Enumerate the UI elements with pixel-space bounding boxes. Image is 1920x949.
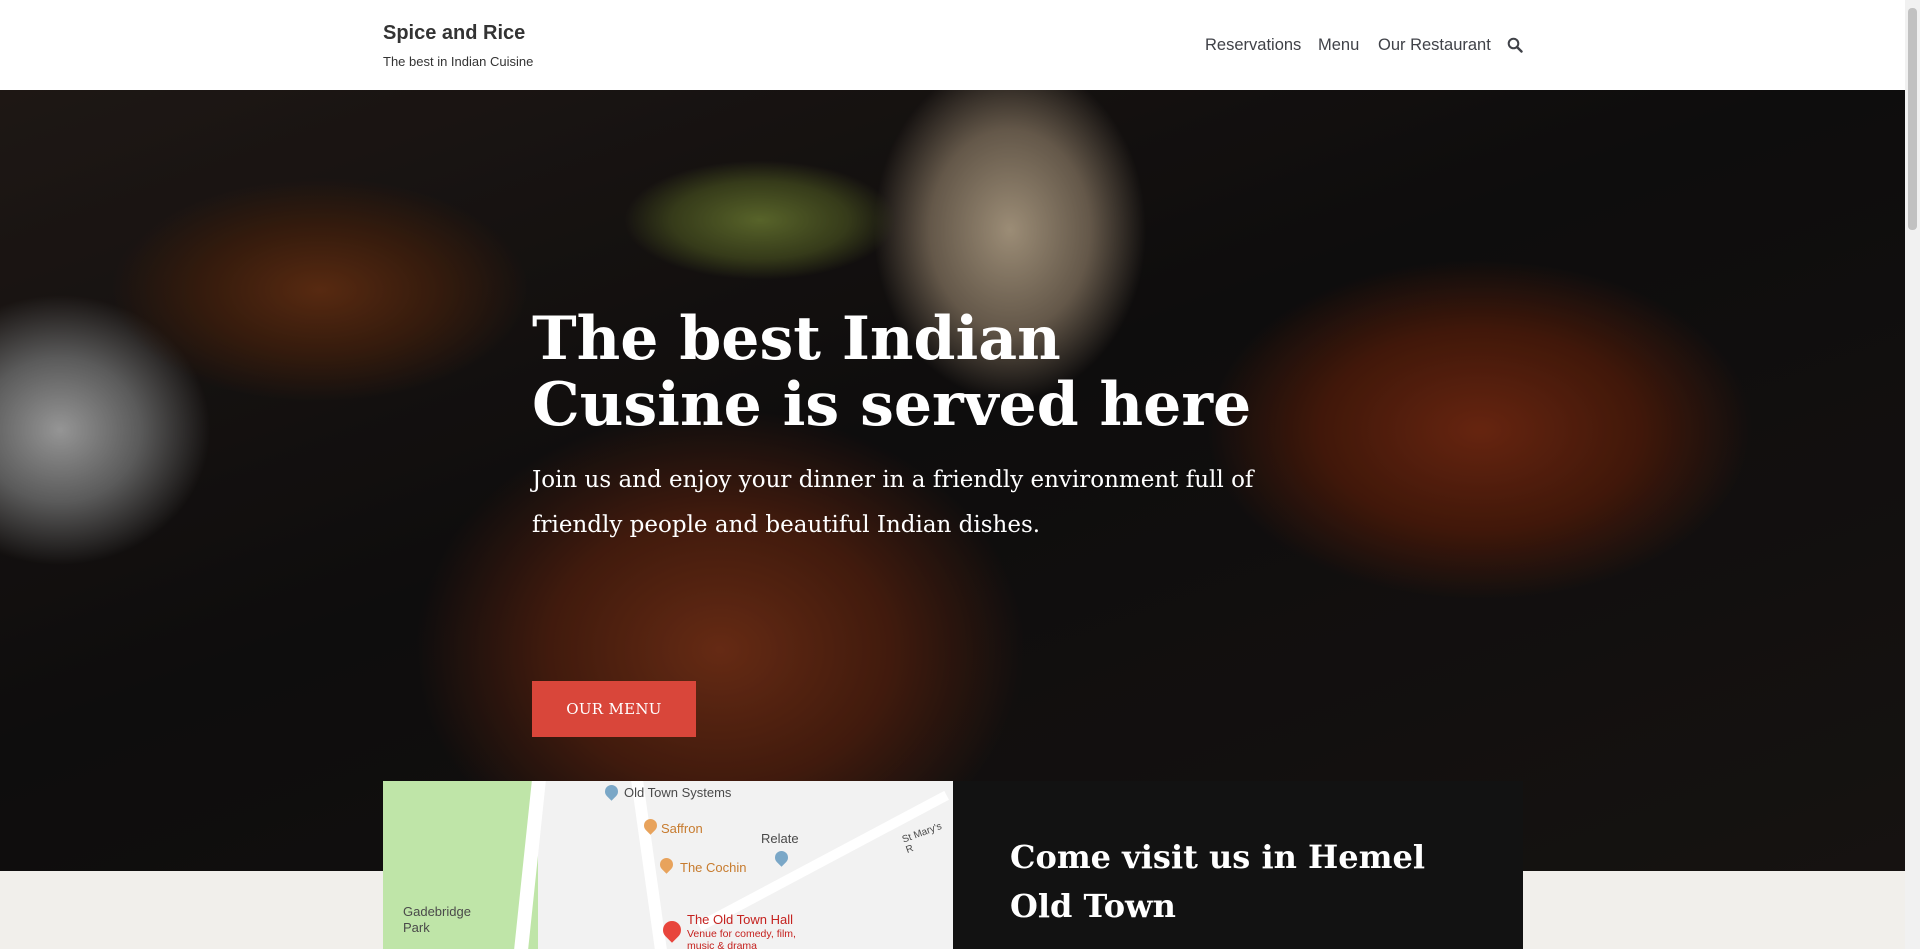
our-menu-button[interactable]: OUR MENU [532, 681, 696, 737]
site-header: Spice and Rice The best in Indian Cuisin… [0, 0, 1905, 90]
search-icon[interactable] [1507, 37, 1523, 53]
scrollbar-thumb[interactable] [1908, 8, 1917, 230]
map-label: Relate [761, 831, 799, 846]
map-pin-icon [602, 782, 621, 801]
visit-panel: Come visit us in Hemel Old Town [953, 781, 1523, 949]
map-label: Saffron [661, 821, 703, 836]
hero-section: The best Indian Cusine is served here Jo… [0, 90, 1905, 871]
hero-subtitle: Join us and enjoy your dinner in a frien… [532, 467, 1254, 538]
site-title[interactable]: Spice and Rice [383, 22, 525, 45]
map-label: Gadebridge Park [403, 904, 471, 935]
page-scrollbar[interactable] [1905, 0, 1920, 949]
map-label: The Cochin [680, 860, 747, 875]
nav-menu[interactable]: Menu [1318, 36, 1359, 55]
restaurant-pin-icon [657, 855, 676, 874]
nav-our-restaurant[interactable]: Our Restaurant [1378, 36, 1491, 55]
site-tagline: The best in Indian Cuisine [383, 54, 534, 69]
map-label: Venue for comedy, film, music & drama [687, 928, 796, 949]
hero-title: The best Indian Cusine is served here [532, 304, 1252, 440]
map-label: The Old Town Hall [687, 912, 793, 927]
visit-title: Come visit us in Hemel Old Town [1010, 838, 1425, 925]
location-map[interactable]: Old Town Systems Saffron Relate The Coch… [383, 781, 953, 949]
map-label: St Mary's R [900, 821, 944, 856]
nav-reservations[interactable]: Reservations [1205, 36, 1301, 55]
map-pin-icon [772, 848, 791, 867]
map-label: Old Town Systems [624, 785, 732, 800]
